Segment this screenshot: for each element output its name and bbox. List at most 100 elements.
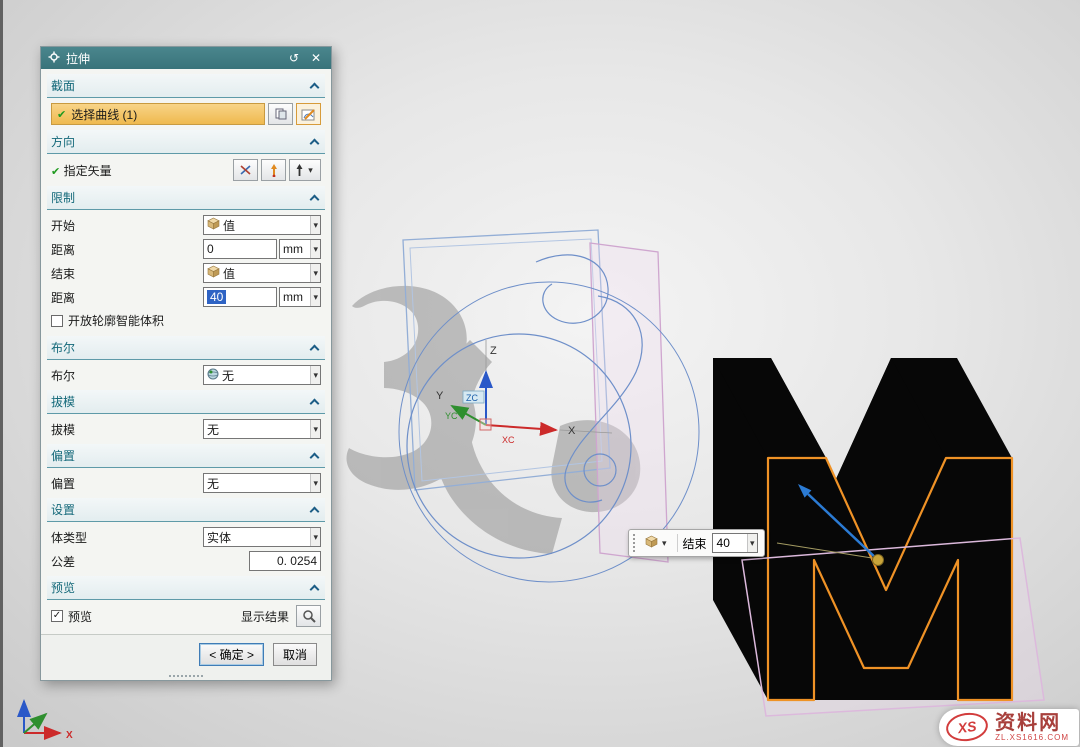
separator bbox=[677, 534, 678, 552]
section-title: 方向 bbox=[51, 133, 75, 150]
reuse-curve-button[interactable] bbox=[268, 103, 293, 125]
watermark-logo: XS bbox=[944, 711, 989, 745]
view-orientation-triad[interactable]: X bbox=[24, 701, 73, 741]
body-type-dropdown[interactable]: 实体 ▾ bbox=[203, 527, 321, 547]
chevron-up-icon bbox=[310, 138, 320, 148]
offset-label: 偏置 bbox=[51, 475, 75, 492]
check-icon: ✔ bbox=[51, 166, 60, 178]
end-distance-onscreen-input[interactable]: 40 ▾ bbox=[712, 533, 758, 553]
dialog-title: 拉伸 bbox=[66, 50, 280, 67]
dialog-resize-grip[interactable] bbox=[41, 671, 331, 680]
axis-label-x: X bbox=[568, 425, 576, 437]
select-curve-label: 选择曲线 (1) bbox=[71, 106, 137, 123]
end-option-dropdown[interactable]: 值 ▾ bbox=[203, 263, 321, 283]
section-header-offset[interactable]: 偏置 bbox=[47, 444, 325, 468]
distance-drag-ball[interactable] bbox=[873, 555, 884, 566]
axis-label-y: Y bbox=[436, 390, 444, 402]
vector-dialog-button[interactable] bbox=[233, 159, 258, 181]
section-header-settings[interactable]: 设置 bbox=[47, 498, 325, 522]
graphics-window: ZC XC YC Z X Y X 拉伸 ↺ bbox=[0, 0, 1080, 747]
close-button[interactable]: ✕ bbox=[308, 50, 324, 66]
watermark: XS 资料网 ZL.XS1616.COM bbox=[939, 709, 1079, 746]
selected-text: 40 bbox=[207, 290, 226, 304]
reset-button[interactable]: ↺ bbox=[286, 50, 302, 66]
cancel-button[interactable]: 取消 bbox=[273, 643, 317, 666]
tolerance-input[interactable]: 0. 0254 bbox=[249, 551, 321, 571]
axis-label-z: Z bbox=[490, 345, 497, 357]
specify-vector-label: ✔ 指定矢量 bbox=[51, 162, 112, 179]
caret-down-icon: ▾ bbox=[747, 534, 757, 552]
start-label: 开始 bbox=[51, 217, 75, 234]
datum-plane-vertical[interactable] bbox=[590, 243, 668, 562]
preview-label: 预览 bbox=[68, 608, 92, 625]
start-distance-input[interactable]: 0 bbox=[203, 239, 277, 259]
cube-icon bbox=[645, 535, 658, 551]
sphere-icon bbox=[207, 368, 219, 383]
section-title: 截面 bbox=[51, 77, 75, 94]
end-distance-unit-dropdown[interactable]: mm ▾ bbox=[279, 287, 321, 307]
preview-checkbox[interactable]: ✓ bbox=[51, 610, 63, 622]
gear-icon bbox=[48, 51, 60, 66]
axis-label-xc: XC bbox=[502, 435, 515, 445]
axis-label-yc: YC bbox=[445, 411, 458, 421]
end-distance-label: 结束 bbox=[683, 535, 707, 552]
caret-down-icon: ▾ bbox=[310, 366, 320, 384]
offset-dropdown[interactable]: 无 ▾ bbox=[203, 473, 321, 493]
section-header-direction[interactable]: 方向 bbox=[47, 130, 325, 154]
limit-option-dropdown[interactable]: ▾ bbox=[642, 533, 672, 553]
chevron-up-icon bbox=[310, 82, 320, 92]
chevron-up-icon bbox=[310, 194, 320, 204]
section-title: 设置 bbox=[51, 501, 75, 518]
boolean-dropdown[interactable]: 无 ▾ bbox=[203, 365, 321, 385]
caret-down-icon: ▾ bbox=[306, 160, 315, 180]
start-distance-label: 距离 bbox=[51, 241, 75, 258]
tolerance-label: 公差 bbox=[51, 553, 75, 570]
select-curve-field[interactable]: ✔ 选择曲线 (1) bbox=[51, 103, 265, 125]
section-title: 预览 bbox=[51, 579, 75, 596]
section-header-preview[interactable]: 预览 bbox=[47, 576, 325, 600]
check-icon: ✔ bbox=[57, 108, 66, 121]
end-distance-input[interactable]: 40 bbox=[203, 287, 277, 307]
cube-icon bbox=[207, 265, 220, 281]
end-distance-label: 距离 bbox=[51, 289, 75, 306]
extrude-dialog: 拉伸 ↺ ✕ 截面 ✔ 选择曲线 (1) bbox=[40, 46, 332, 681]
start-option-value: 值 bbox=[223, 217, 307, 234]
dialog-titlebar[interactable]: 拉伸 ↺ ✕ bbox=[41, 47, 331, 69]
open-profile-checkbox[interactable] bbox=[51, 315, 63, 327]
caret-down-icon: ▾ bbox=[660, 535, 669, 551]
drag-handle[interactable] bbox=[633, 534, 637, 552]
inferred-vector-button[interactable] bbox=[261, 159, 286, 181]
watermark-site-name: 资料网 bbox=[995, 713, 1061, 734]
section-header-section[interactable]: 截面 bbox=[47, 74, 325, 98]
cube-icon bbox=[207, 217, 220, 233]
caret-down-icon: ▾ bbox=[310, 420, 320, 438]
vector-options-dropdown[interactable]: ▾ bbox=[289, 159, 321, 181]
end-option-value: 值 bbox=[223, 265, 307, 282]
chevron-up-icon bbox=[310, 398, 320, 408]
watermark-site-url: ZL.XS1616.COM bbox=[995, 734, 1069, 742]
section-header-limits[interactable]: 限制 bbox=[47, 186, 325, 210]
caret-down-icon: ▾ bbox=[310, 216, 320, 234]
section-title: 偏置 bbox=[51, 447, 75, 464]
draft-label: 拔模 bbox=[51, 421, 75, 438]
ok-button[interactable]: < 确定 > bbox=[199, 643, 264, 666]
caret-down-icon: ▾ bbox=[310, 240, 320, 258]
start-option-dropdown[interactable]: 值 ▾ bbox=[203, 215, 321, 235]
chevron-up-icon bbox=[310, 584, 320, 594]
section-header-draft[interactable]: 拔模 bbox=[47, 390, 325, 414]
dialog-footer: < 确定 > 取消 bbox=[41, 634, 331, 671]
show-result-button[interactable] bbox=[296, 605, 321, 627]
chevron-up-icon bbox=[310, 506, 320, 516]
triad-label-x: X bbox=[66, 730, 73, 741]
section-title: 布尔 bbox=[51, 339, 75, 356]
open-profile-label: 开放轮廓智能体积 bbox=[68, 312, 164, 329]
axis-label-zc: ZC bbox=[466, 393, 478, 403]
show-result-label: 显示结果 bbox=[241, 608, 289, 625]
start-distance-unit-dropdown[interactable]: mm ▾ bbox=[279, 239, 321, 259]
body-type-label: 体类型 bbox=[51, 529, 87, 546]
draft-dropdown[interactable]: 无 ▾ bbox=[203, 419, 321, 439]
boolean-label: 布尔 bbox=[51, 367, 75, 384]
section-header-boolean[interactable]: 布尔 bbox=[47, 336, 325, 360]
sketch-section-button[interactable] bbox=[296, 103, 321, 125]
end-label: 结束 bbox=[51, 265, 75, 282]
